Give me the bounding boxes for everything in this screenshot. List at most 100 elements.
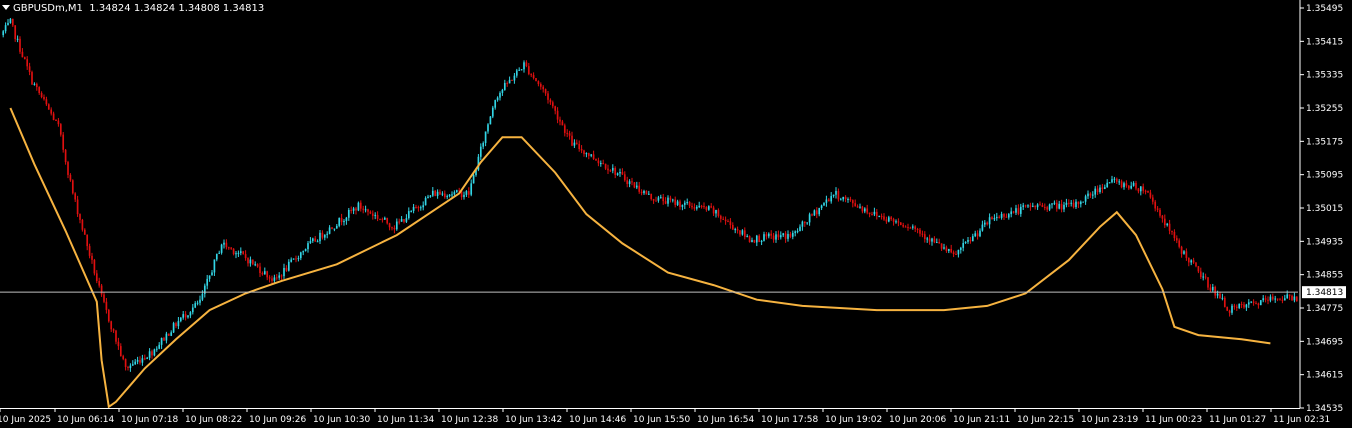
- candle-body: [815, 210, 818, 215]
- candle-body: [1096, 188, 1099, 193]
- candle-body: [189, 312, 192, 316]
- candle-body: [467, 191, 470, 195]
- candle-body: [501, 89, 504, 93]
- candle-body: [518, 69, 521, 71]
- price-tick-label: 1.35495: [1306, 4, 1343, 14]
- candle-body: [1067, 202, 1070, 204]
- candle-body: [722, 218, 725, 220]
- candle-body: [794, 231, 797, 233]
- candle-body: [739, 230, 741, 235]
- candle-body: [227, 247, 230, 249]
- candle-body: [494, 100, 497, 108]
- candle-body: [647, 193, 650, 195]
- candle-body: [983, 222, 986, 225]
- candle-body: [319, 232, 321, 242]
- price-tick-label: 1.35335: [1306, 71, 1343, 81]
- price-axis[interactable]: 1.35495 1.35415 1.35335 1.35255 1.35175 1.350…: [1300, 4, 1343, 414]
- candle-body: [448, 194, 451, 197]
- candle-body: [705, 207, 708, 210]
- candle-body: [962, 242, 965, 248]
- candle-body: [971, 236, 974, 242]
- candle-body: [335, 225, 338, 229]
- candle-body: [57, 120, 60, 125]
- candle-body: [803, 221, 806, 224]
- candle-body: [1257, 303, 1260, 306]
- candle-body: [909, 227, 912, 229]
- candle-body: [578, 143, 581, 150]
- price-chart[interactable]: 1.35495 1.35415 1.35335 1.35255 1.35175 1.350…: [0, 0, 1352, 428]
- candle-body: [1233, 305, 1236, 307]
- candle-body: [859, 206, 861, 208]
- candle-body: [611, 167, 614, 171]
- candle-body: [1156, 208, 1159, 210]
- candle-body: [662, 197, 665, 202]
- price-tick-label: 1.35015: [1306, 204, 1343, 214]
- candle-body: [674, 199, 677, 205]
- candle-body: [693, 207, 696, 209]
- candle-body: [218, 252, 221, 254]
- chart-window[interactable]: 1.35495 1.35415 1.35335 1.35255 1.35175 1.350…: [0, 0, 1352, 428]
- price-tick-label: 1.34535: [1306, 404, 1343, 414]
- candle-body: [945, 247, 948, 251]
- candle-body: [436, 191, 439, 196]
- candle-body: [453, 192, 456, 195]
- candle-body: [595, 158, 597, 161]
- candle-body: [681, 204, 684, 207]
- candle-body: [263, 271, 266, 275]
- candle-body: [563, 125, 566, 133]
- candle-body: [1087, 193, 1089, 197]
- candle-body: [403, 219, 405, 222]
- candle-body: [1005, 216, 1008, 218]
- candle-body: [1231, 305, 1233, 313]
- candle-body: [369, 211, 372, 214]
- candle-body: [400, 219, 403, 222]
- candle-body: [1027, 205, 1029, 207]
- candle-body: [1079, 201, 1082, 205]
- candle-body: [823, 202, 825, 206]
- candle-body: [1051, 203, 1053, 205]
- candle-body: [921, 233, 924, 235]
- time-tick-label: 10 Jun 2025: [0, 415, 51, 425]
- candle-body: [873, 211, 876, 215]
- candle-body: [379, 218, 381, 220]
- candle-body: [487, 124, 489, 132]
- candle-body: [465, 191, 468, 195]
- candle-body: [542, 86, 545, 90]
- candle-body: [220, 244, 223, 253]
- time-axis[interactable]: 10 Jun 2025 10 Jun 06:14 10 Jun 07:18 10 Ju…: [0, 408, 1330, 425]
- candle-body: [974, 233, 977, 237]
- candle-body: [1207, 277, 1209, 288]
- candle-body: [105, 301, 108, 310]
- candle-body: [268, 277, 271, 279]
- candle-body: [765, 234, 768, 237]
- candle-body: [271, 278, 273, 281]
- candle-body: [561, 121, 564, 126]
- candle-body: [652, 199, 655, 201]
- candle-body: [223, 242, 225, 245]
- candle-body: [559, 119, 561, 122]
- candle-body: [967, 239, 969, 242]
- candle-body: [182, 314, 185, 318]
- candle-body: [407, 211, 410, 219]
- candle-body: [772, 235, 775, 240]
- price-tick-label: 1.35175: [1306, 137, 1343, 147]
- candle-body: [1041, 204, 1044, 208]
- candle-body: [395, 221, 398, 230]
- candle-body: [931, 238, 933, 242]
- candle-body: [371, 213, 374, 216]
- candle-body: [1271, 296, 1274, 300]
- candle-body: [599, 163, 602, 165]
- candle-body: [141, 358, 144, 363]
- candle-body: [791, 232, 794, 237]
- candle-body: [1228, 310, 1231, 313]
- candle-body: [1034, 205, 1037, 208]
- candle-body: [95, 273, 98, 282]
- price-tick-label: 1.35255: [1306, 104, 1343, 114]
- candle-body: [592, 154, 595, 159]
- candle-body: [1046, 207, 1049, 210]
- candle-body: [998, 216, 1001, 218]
- candle-body: [868, 212, 871, 215]
- chart-menu-icon[interactable]: [2, 5, 10, 10]
- candle-body: [890, 217, 893, 220]
- candle-body: [549, 99, 552, 103]
